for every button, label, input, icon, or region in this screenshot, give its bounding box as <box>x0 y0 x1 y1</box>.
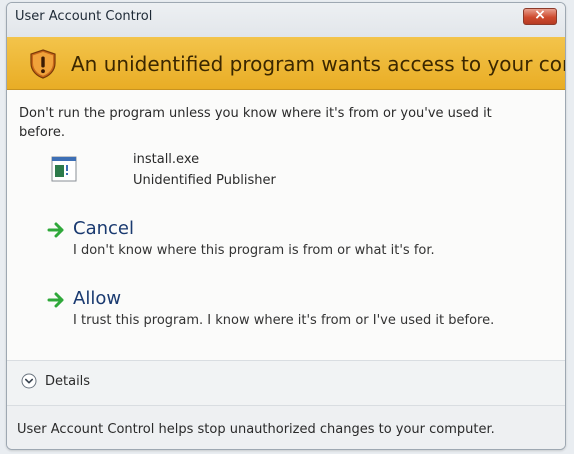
banner-message: An unidentified program wants access to … <box>71 52 565 76</box>
close-button[interactable]: × <box>523 7 557 25</box>
close-icon: × <box>534 7 546 23</box>
program-publisher: Unidentified Publisher <box>133 173 276 188</box>
program-icon <box>51 156 77 182</box>
allow-title: Allow <box>73 288 122 309</box>
shield-warning-icon <box>30 49 56 79</box>
cancel-description: I don't know where this program is from … <box>73 243 435 258</box>
details-label[interactable]: Details <box>45 374 90 389</box>
warning-text: Don't run the program unless you know wh… <box>19 106 492 140</box>
title-bar: User Account Control × <box>7 3 565 37</box>
chevron-down-icon[interactable] <box>21 373 37 389</box>
uac-dialog: User Account Control × An unidentified p… <box>6 2 566 450</box>
window-title: User Account Control <box>15 9 153 24</box>
warning-banner: An unidentified program wants access to … <box>7 37 565 90</box>
dialog-content: Don't run the program unless you know wh… <box>7 90 565 360</box>
allow-option[interactable]: Allow I trust this program. I know where… <box>47 288 527 332</box>
green-arrow-icon <box>47 222 64 238</box>
footer-text: User Account Control helps stop unauthor… <box>17 422 495 437</box>
cancel-title: Cancel <box>73 218 134 239</box>
green-arrow-icon <box>47 292 64 308</box>
allow-description: I trust this program. I know where it's … <box>73 313 495 328</box>
footer: User Account Control helps stop unauthor… <box>7 405 565 449</box>
program-name: install.exe <box>133 152 200 167</box>
details-toggle[interactable]: Details <box>7 360 565 405</box>
cancel-option[interactable]: Cancel I don't know where this program i… <box>47 218 527 262</box>
